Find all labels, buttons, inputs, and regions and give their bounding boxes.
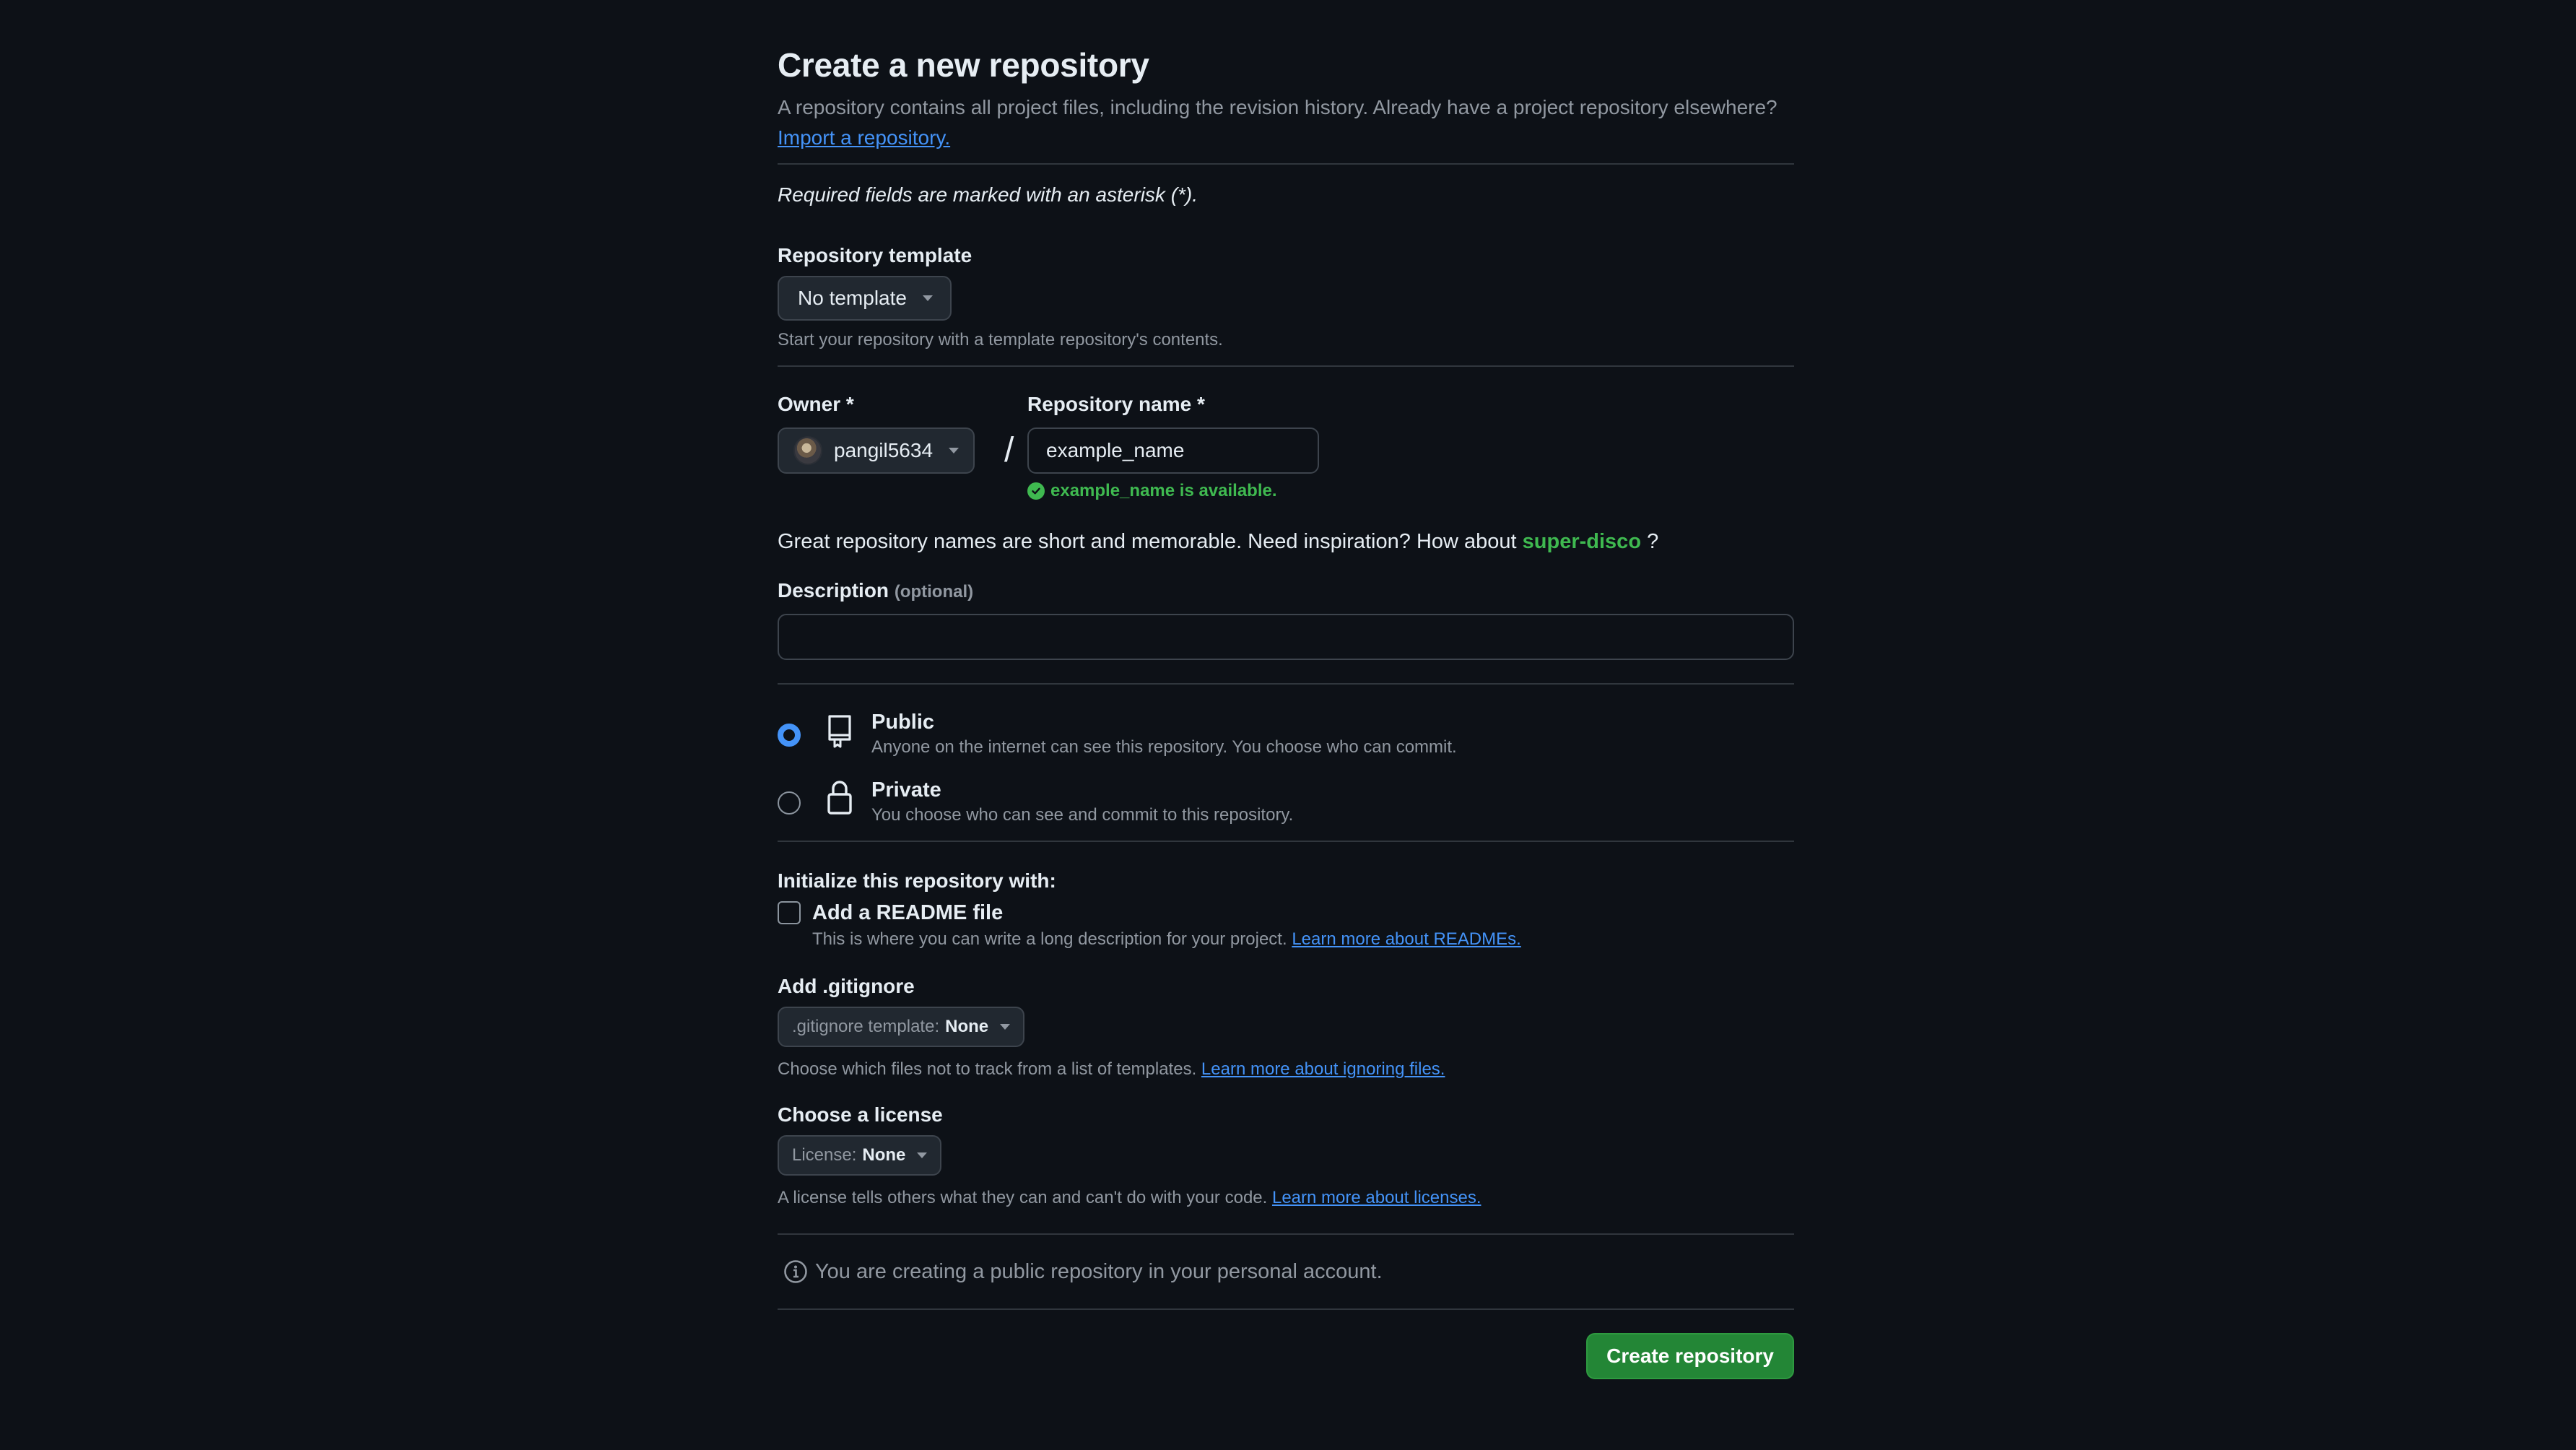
gitignore-prefix: .gitignore template: <box>792 1017 940 1036</box>
template-selected: No template <box>798 287 907 309</box>
inspiration-line: Great repository names are short and mem… <box>778 527 1794 556</box>
gitignore-hint-text: Choose which files not to track from a l… <box>778 1059 1197 1079</box>
public-desc: Anyone on the internet can see this repo… <box>871 737 1457 757</box>
description-input[interactable] <box>778 614 1794 660</box>
required-fields-note: Required fields are marked with an aster… <box>778 183 1198 206</box>
gitignore-label: Add .gitignore <box>778 975 915 997</box>
repo-name-label: Repository name * <box>1027 393 1205 415</box>
import-repository-link[interactable]: Import a repository. <box>778 126 950 149</box>
form-actions: Create repository <box>778 1310 1794 1379</box>
notice-text: You are creating a public repository in … <box>815 1259 1383 1283</box>
license-dropdown[interactable]: License: None <box>778 1135 942 1176</box>
license-label: Choose a license <box>778 1103 943 1126</box>
license-prefix: License: <box>792 1145 857 1165</box>
license-hint-text: A license tells others what they can and… <box>778 1188 1268 1207</box>
initialize-label: Initialize this repository with: <box>778 869 1056 892</box>
private-text: Private You choose who can see and commi… <box>871 777 1738 828</box>
repo-name-availability: example_name is available. <box>1027 481 1277 501</box>
description-label-text: Description <box>778 579 889 602</box>
avatar <box>793 436 822 465</box>
learn-gitignore-link[interactable]: Learn more about ignoring files. <box>1201 1059 1445 1079</box>
public-notice: You are creating a public repository in … <box>783 1259 1794 1284</box>
page-title: Create a new repository <box>778 46 1149 84</box>
private-title: Private <box>871 778 941 802</box>
info-icon <box>783 1259 808 1284</box>
private-desc: You choose who can see and commit to thi… <box>871 805 1294 825</box>
description-optional: (optional) <box>894 582 974 602</box>
new-repo-form: Create a new repository A repository con… <box>778 43 1794 1379</box>
license-hint: A license tells others what they can and… <box>778 1186 1794 1210</box>
description-label: Description (optional) <box>778 578 1794 605</box>
learn-readmes-link[interactable]: Learn more about READMEs. <box>1292 929 1520 949</box>
owner-repo-row: Owner * pangil5634 / Repository name * e… <box>778 391 1794 529</box>
divider <box>778 365 1794 367</box>
suggested-name-link[interactable]: super-disco <box>1523 530 1641 553</box>
readme-hint-text: This is where you can write a long descr… <box>812 929 1287 949</box>
readme-checkbox[interactable] <box>778 901 801 924</box>
readme-label[interactable]: Add a README file <box>812 900 1003 926</box>
gitignore-hint: Choose which files not to track from a l… <box>778 1057 1794 1082</box>
public-radio[interactable] <box>778 724 801 747</box>
lock-icon <box>825 778 854 820</box>
owner-repo-separator: / <box>1004 431 1014 469</box>
inspiration-suffix: ? <box>1647 530 1659 553</box>
create-repository-button[interactable]: Create repository <box>1586 1333 1794 1379</box>
learn-licenses-link[interactable]: Learn more about licenses. <box>1272 1188 1481 1207</box>
public-text: Public Anyone on the internet can see th… <box>871 709 1738 760</box>
chevron-down-icon <box>1000 1024 1011 1030</box>
readme-hint: This is where you can write a long descr… <box>812 927 1521 952</box>
inspiration-text: Great repository names are short and mem… <box>778 530 1517 553</box>
availability-text: example_name is available. <box>1050 481 1277 500</box>
template-label: Repository template <box>778 244 972 266</box>
visibility-options: Public Anyone on the internet can see th… <box>778 685 1794 843</box>
check-circle-icon <box>1027 482 1045 500</box>
gitignore-value: None <box>945 1017 989 1036</box>
page: Create a new repository A repository con… <box>0 0 2576 1450</box>
page-subtitle: A repository contains all project files,… <box>778 92 1794 153</box>
repo-icon <box>825 713 854 752</box>
template-dropdown[interactable]: No template <box>778 276 952 321</box>
chevron-down-icon <box>917 1152 928 1158</box>
owner-dropdown[interactable]: pangil5634 <box>778 427 975 474</box>
chevron-down-icon <box>949 448 960 453</box>
subtitle-text: A repository contains all project files,… <box>778 96 1777 118</box>
public-title: Public <box>871 711 935 734</box>
chevron-down-icon <box>922 295 933 301</box>
divider <box>778 163 1794 165</box>
repo-name-input[interactable] <box>1027 427 1319 474</box>
license-value: None <box>862 1145 906 1165</box>
private-radio[interactable] <box>778 791 801 815</box>
owner-selected: pangil5634 <box>834 439 934 461</box>
gitignore-dropdown[interactable]: .gitignore template: None <box>778 1007 1025 1047</box>
owner-label: Owner * <box>778 393 854 415</box>
divider <box>778 1233 1794 1235</box>
template-hint: Start your repository with a template re… <box>778 330 1223 350</box>
readme-option: Add a README file This is where you can … <box>778 900 1794 960</box>
